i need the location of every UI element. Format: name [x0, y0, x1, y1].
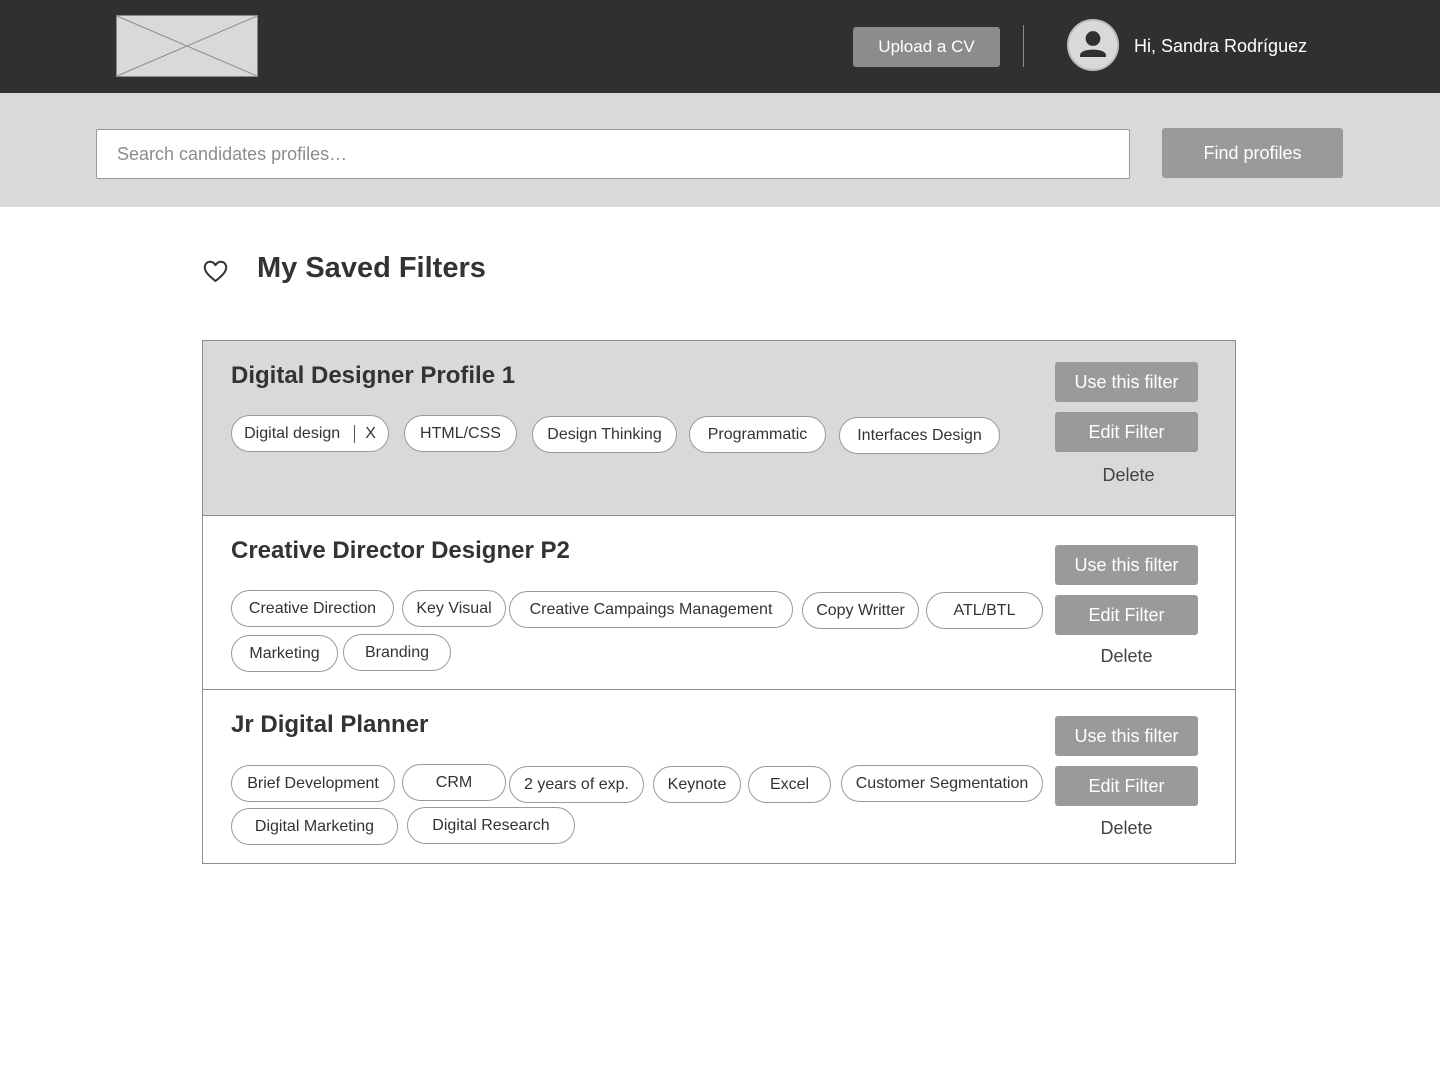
tag-label: Copy Writter — [816, 601, 905, 619]
find-profiles-button[interactable]: Find profiles — [1162, 128, 1343, 178]
filter-tag[interactable]: Key Visual — [402, 590, 506, 627]
tag-label: ATL/BTL — [953, 601, 1016, 619]
heart-icon — [203, 260, 228, 282]
filter-tag[interactable]: Design Thinking — [532, 416, 677, 453]
remove-tag-icon[interactable]: X — [365, 425, 376, 443]
tag-label: HTML/CSS — [420, 424, 501, 442]
filter-tag[interactable]: Creative Campaings Management — [509, 591, 793, 628]
filter-tag[interactable]: Marketing — [231, 635, 338, 672]
saved-filter-card[interactable]: Digital Designer Profile 1 Digital desig… — [202, 340, 1236, 516]
filter-tag[interactable]: Brief Development — [231, 765, 395, 802]
filter-title: Jr Digital Planner — [231, 711, 429, 738]
tag-label: Creative Direction — [248, 599, 377, 617]
filter-tag[interactable]: ATL/BTL — [926, 592, 1043, 629]
top-bar: Upload a CV Hi, Sandra Rodríguez — [0, 0, 1440, 93]
tag-label: Digital Marketing — [254, 817, 375, 835]
filter-tag[interactable]: CRM — [402, 764, 506, 801]
filter-title: Creative Director Designer P2 — [231, 537, 570, 564]
tag-label: Creative Campaings Management — [529, 600, 773, 618]
saved-filter-card[interactable]: Jr Digital Planner Brief Development CRM… — [202, 689, 1236, 864]
filter-tag[interactable]: Keynote — [653, 766, 741, 803]
user-greeting[interactable]: Hi, Sandra Rodríguez — [1134, 36, 1307, 57]
delete-filter-link[interactable]: Delete — [1055, 646, 1198, 667]
filter-tag[interactable]: Interfaces Design — [839, 417, 1000, 454]
use-filter-button[interactable]: Use this filter — [1055, 362, 1198, 402]
filter-tag[interactable]: Programmatic — [689, 416, 826, 453]
filter-tag[interactable]: Customer Segmentation — [841, 765, 1043, 802]
filter-tag[interactable]: Creative Direction — [231, 590, 394, 627]
use-filter-button[interactable]: Use this filter — [1055, 716, 1198, 756]
tag-label: Digital design — [244, 424, 341, 442]
filter-tag[interactable]: HTML/CSS — [404, 415, 517, 452]
tag-label: Excel — [769, 775, 810, 793]
edit-filter-button[interactable]: Edit Filter — [1055, 412, 1198, 452]
tag-label: 2 years of exp. — [524, 775, 629, 793]
tag-label: Marketing — [249, 644, 320, 662]
saved-filter-card[interactable]: Creative Director Designer P2 Creative D… — [202, 515, 1236, 691]
tag-label: Interfaces Design — [857, 426, 982, 444]
filter-tag[interactable]: Digital design X — [231, 415, 389, 452]
tag-label: Customer Segmentation — [855, 774, 1029, 792]
delete-filter-link[interactable]: Delete — [1057, 465, 1200, 486]
logo-placeholder-icon[interactable] — [116, 15, 258, 77]
tag-label: Design Thinking — [547, 425, 662, 443]
delete-filter-link[interactable]: Delete — [1055, 818, 1198, 839]
search-bar-section: Find profiles — [0, 93, 1440, 207]
filter-tag[interactable]: Branding — [343, 634, 451, 671]
tag-label: Keynote — [667, 775, 727, 793]
tag-label: Digital Research — [432, 816, 550, 834]
filter-title: Digital Designer Profile 1 — [231, 362, 516, 389]
edit-filter-button[interactable]: Edit Filter — [1055, 595, 1198, 635]
use-filter-button[interactable]: Use this filter — [1055, 545, 1198, 585]
header-divider — [1023, 25, 1024, 67]
tag-label: CRM — [435, 773, 473, 791]
tag-label: Key Visual — [416, 599, 492, 617]
filter-tag[interactable]: Excel — [748, 766, 831, 803]
edit-filter-button[interactable]: Edit Filter — [1055, 766, 1198, 806]
upload-cv-button[interactable]: Upload a CV — [853, 27, 1000, 67]
filter-tag[interactable]: Digital Research — [407, 807, 575, 844]
page-title: My Saved Filters — [257, 252, 486, 284]
filter-tag[interactable]: 2 years of exp. — [509, 766, 644, 803]
filter-tag[interactable]: Digital Marketing — [231, 808, 398, 845]
tag-separator — [354, 424, 356, 443]
search-input[interactable] — [96, 129, 1130, 179]
tag-label: Branding — [364, 643, 430, 661]
user-icon[interactable] — [1067, 19, 1119, 71]
tag-label: Brief Development — [247, 774, 379, 792]
tag-label: Programmatic — [707, 425, 808, 443]
filter-tag[interactable]: Copy Writter — [802, 592, 919, 629]
